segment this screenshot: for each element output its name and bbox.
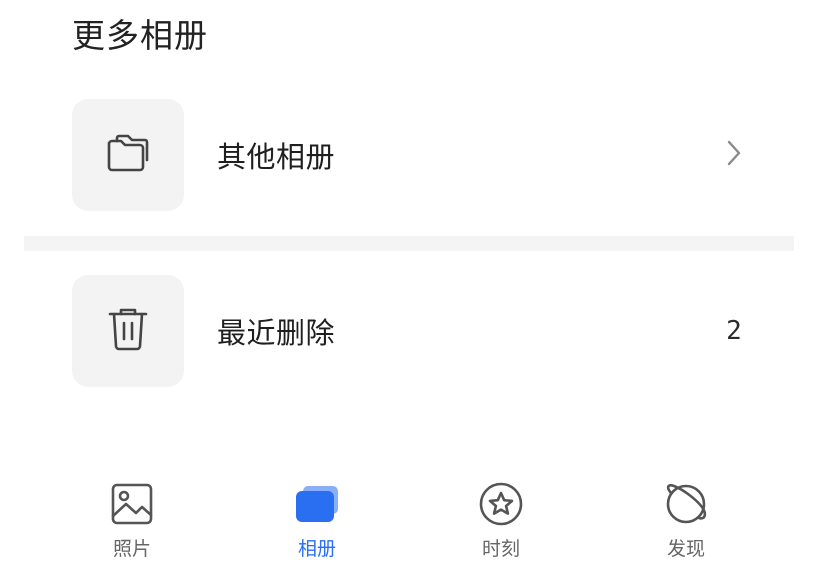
tab-photos[interactable]: 照片 (72, 480, 192, 570)
other-albums-label: 其他相册 (217, 140, 336, 174)
star-circle-icon (477, 480, 525, 528)
chevron-right-icon (725, 139, 743, 171)
planet-icon (662, 480, 710, 528)
trash-icon (106, 306, 150, 356)
tab-albums-label: 相册 (297, 538, 336, 560)
section-divider (24, 236, 794, 251)
recently-deleted-trailing: 2 (714, 316, 754, 346)
tab-photos-label: 照片 (112, 538, 151, 560)
image-icon (108, 480, 156, 528)
albums-icon (293, 480, 341, 528)
other-albums-row[interactable]: 其他相册 (72, 99, 762, 211)
albums-page: 更多相册 其他相册 最近删除 2 照片 相册 时刻 发现 (0, 0, 813, 579)
tab-discover-label: 发现 (666, 538, 705, 560)
recently-deleted-count: 2 (726, 316, 742, 346)
bottom-tab-bar: 照片 相册 时刻 发现 (0, 480, 813, 579)
tab-albums[interactable]: 相册 (257, 480, 377, 570)
other-albums-icon-box (72, 99, 184, 211)
tab-moments[interactable]: 时刻 (441, 480, 561, 570)
recently-deleted-icon-box (72, 275, 184, 387)
folder-icon (105, 133, 151, 177)
recently-deleted-label: 最近删除 (217, 316, 336, 350)
recently-deleted-row[interactable]: 最近删除 2 (72, 275, 762, 387)
tab-discover[interactable]: 发现 (626, 480, 746, 570)
other-albums-trailing (714, 139, 754, 171)
tab-moments-label: 时刻 (481, 538, 520, 560)
section-title: 更多相册 (72, 16, 208, 55)
